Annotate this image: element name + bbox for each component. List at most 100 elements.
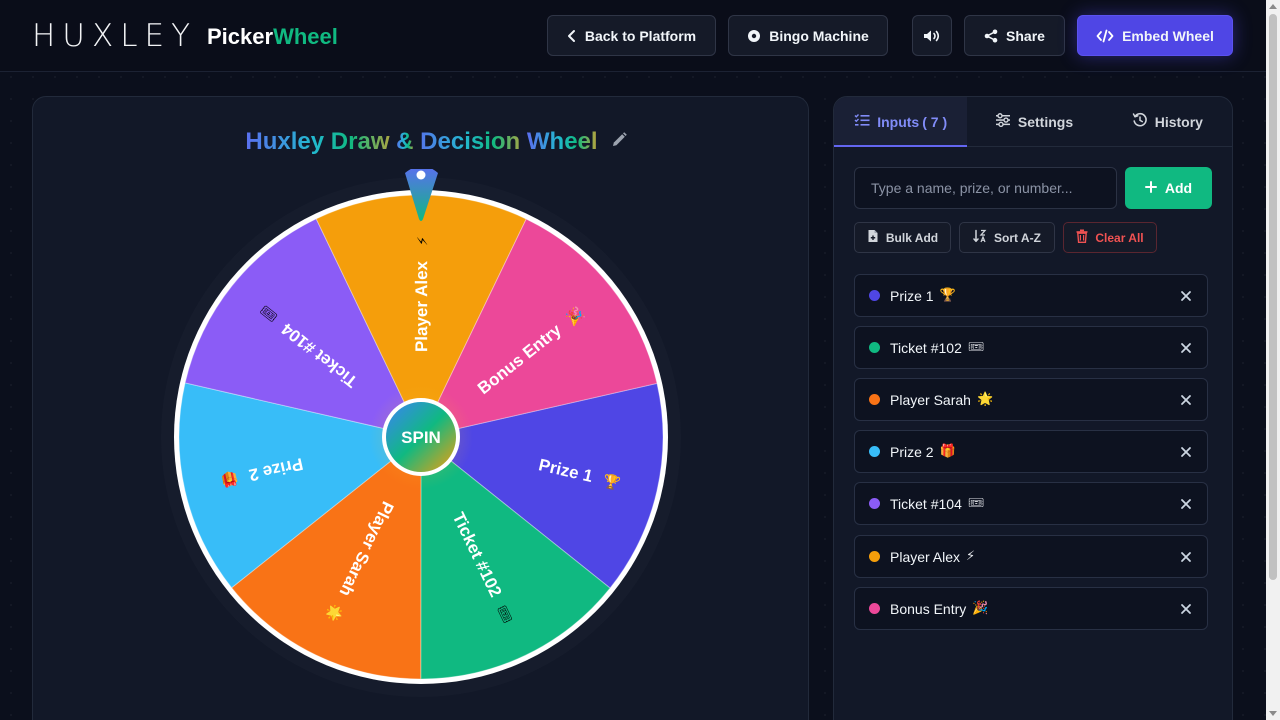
close-icon <box>1181 447 1191 457</box>
sort-az-button[interactable]: Sort A-Z <box>959 222 1055 253</box>
close-icon <box>1181 552 1191 562</box>
product-name: PickerWheel <box>207 24 338 50</box>
brand-logo[interactable]: HUXLEY <box>32 16 197 56</box>
remove-entry-button[interactable] <box>1179 497 1193 511</box>
remove-entry-button[interactable] <box>1179 602 1193 616</box>
entry-label: Player Alex <box>890 548 961 565</box>
trophy-icon: 🏆 <box>939 288 956 303</box>
entry-color-dot <box>869 342 880 353</box>
scroll-up-icon[interactable] <box>1269 4 1277 9</box>
side-panel: Inputs( 7 ) Settings History Add Bulk Ad… <box>833 96 1233 720</box>
back-to-platform-button[interactable]: Back to Platform <box>547 15 716 56</box>
wheel-title[interactable]: Huxley Draw & Decision Wheel <box>33 127 810 157</box>
spin-label: SPIN <box>401 428 441 447</box>
prize-wheel[interactable]: Prize 1 🏆Ticket #102🎟Player Sarah🌟Prize 2… <box>161 169 681 709</box>
circle-dot-icon <box>747 29 761 43</box>
wheel-title-part: & <box>396 128 414 155</box>
list-item[interactable]: Prize 1 🏆 <box>854 274 1208 317</box>
wheel-segment-emoji: ⚡ <box>415 236 431 246</box>
list-item[interactable]: Ticket #102 🎟 <box>854 326 1208 369</box>
scroll-down-icon[interactable] <box>1269 711 1277 716</box>
clear-all-label: Clear All <box>1095 230 1144 245</box>
star-icon: 🌟 <box>976 392 994 407</box>
tab-history-label: History <box>1154 113 1203 130</box>
clear-all-button[interactable]: Clear All <box>1063 222 1157 253</box>
tab-history[interactable]: History <box>1101 97 1232 146</box>
close-icon <box>1181 343 1191 353</box>
entry-label: Player Sarah <box>890 391 971 408</box>
close-icon <box>1181 291 1191 301</box>
entry-color-dot <box>869 498 880 509</box>
trash-icon <box>1076 229 1088 246</box>
list-item[interactable]: Player Alex ⚡ <box>854 535 1208 578</box>
back-to-platform-label: Back to Platform <box>584 27 697 44</box>
entry-label: Prize 1 <box>890 287 934 304</box>
tab-inputs-count: ( 7 ) <box>922 113 948 130</box>
share-icon <box>984 29 998 43</box>
list-item[interactable]: Prize 2 🎁 <box>854 430 1208 473</box>
file-plus-icon <box>867 229 879 246</box>
ticket-icon: 🎟 <box>967 496 985 511</box>
close-icon <box>1181 604 1191 614</box>
page-scrollbar[interactable] <box>1266 0 1280 720</box>
list-item[interactable]: Player Sarah 🌟 <box>854 378 1208 421</box>
entry-color-dot <box>869 394 880 405</box>
list-item[interactable]: Ticket #104 🎟 <box>854 482 1208 525</box>
entry-input[interactable] <box>854 167 1117 209</box>
entry-color-dot <box>869 551 880 562</box>
lightning-icon: ⚡ <box>966 549 976 564</box>
sort-icon <box>973 229 987 246</box>
remove-entry-button[interactable] <box>1179 341 1193 355</box>
remove-entry-button[interactable] <box>1179 550 1193 564</box>
entry-label: Ticket #104 <box>890 495 962 512</box>
sound-toggle-button[interactable] <box>912 15 952 56</box>
bulk-add-button[interactable]: Bulk Add <box>854 222 951 253</box>
volume-icon <box>923 29 941 43</box>
close-icon <box>1181 395 1191 405</box>
entry-label: Bonus Entry <box>890 600 967 617</box>
spin-button[interactable]: SPIN <box>382 398 460 476</box>
share-label: Share <box>1006 27 1045 44</box>
wheel-title-part: Wheel <box>526 128 598 155</box>
tab-settings[interactable]: Settings <box>967 97 1100 146</box>
bingo-machine-label: Bingo Machine <box>769 27 869 44</box>
sliders-icon <box>995 113 1011 130</box>
list-check-icon <box>854 113 870 130</box>
wheel-panel: Huxley Draw & Decision Wheel Prize 1 🏆 Tic… <box>32 96 809 720</box>
add-entry-button[interactable]: Add <box>1125 167 1212 209</box>
entry-color-dot <box>869 290 880 301</box>
history-icon <box>1132 112 1148 131</box>
plus-icon <box>1144 180 1157 196</box>
bulk-add-label: Bulk Add <box>885 230 939 245</box>
product-name-accent: Wheel <box>273 24 338 49</box>
entry-label: Prize 2 <box>890 443 934 460</box>
remove-entry-button[interactable] <box>1179 445 1193 459</box>
remove-entry-button[interactable] <box>1179 393 1193 407</box>
party-popper-icon: 🎉 <box>972 601 989 616</box>
share-button[interactable]: Share <box>964 15 1065 56</box>
list-item[interactable]: Bonus Entry 🎉 <box>854 587 1208 630</box>
tab-settings-label: Settings <box>1017 113 1074 130</box>
chevron-left-icon <box>567 29 577 43</box>
entry-color-dot <box>869 603 880 614</box>
ticket-icon: 🎟 <box>967 340 985 355</box>
tab-inputs-label: Inputs <box>877 113 920 130</box>
entry-color-dot <box>869 446 880 457</box>
product-name-main: Picker <box>207 24 274 49</box>
remove-entry-button[interactable] <box>1179 289 1193 303</box>
wheel-segment-label: Player Alex <box>412 260 431 352</box>
embed-wheel-button[interactable]: Embed Wheel <box>1077 15 1233 56</box>
pencil-icon[interactable] <box>610 131 628 154</box>
bingo-machine-button[interactable]: Bingo Machine <box>728 15 888 56</box>
add-entry-label: Add <box>1164 180 1193 196</box>
gift-icon: 🎁 <box>939 444 956 459</box>
top-header: HUXLEY PickerWheel Back to Platform Bing… <box>0 0 1266 72</box>
scroll-thumb[interactable] <box>1269 14 1277 580</box>
sort-az-label: Sort A-Z <box>994 230 1041 245</box>
entry-label: Ticket #102 <box>890 339 962 356</box>
tab-inputs[interactable]: Inputs( 7 ) <box>834 97 968 147</box>
close-icon <box>1181 499 1191 509</box>
embed-wheel-label: Embed Wheel <box>1122 27 1214 44</box>
code-icon <box>1096 29 1114 43</box>
wheel-title-part: Decision <box>413 128 527 155</box>
